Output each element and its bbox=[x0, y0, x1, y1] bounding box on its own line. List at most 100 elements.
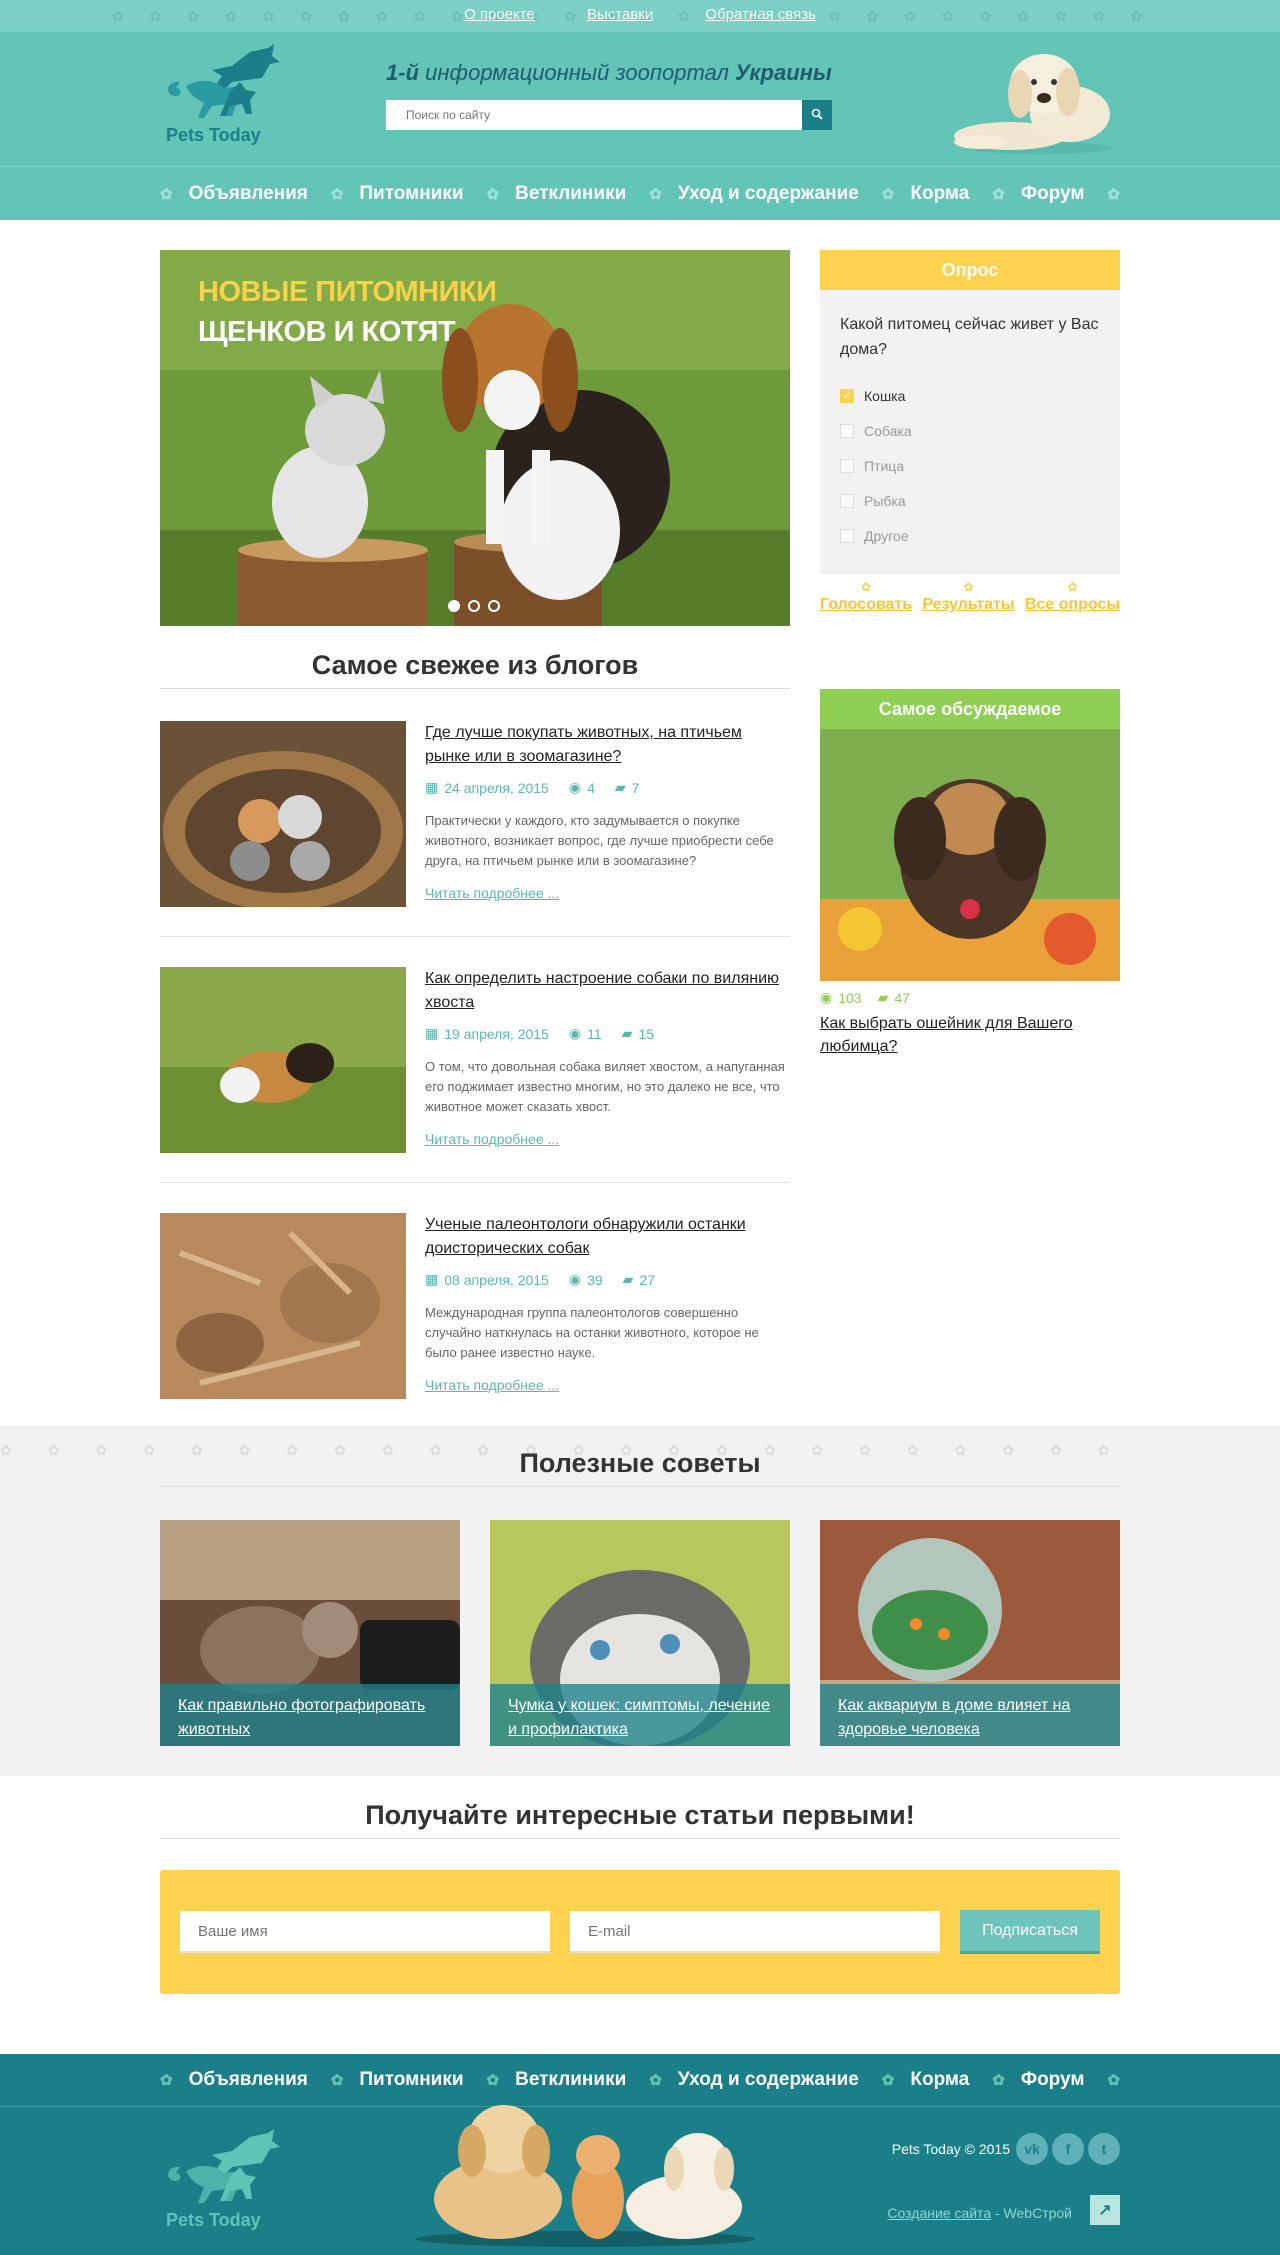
top-link-about[interactable]: О проекте bbox=[464, 6, 535, 23]
name-field[interactable] bbox=[180, 1911, 550, 1953]
nav-item-ads[interactable]: ✿ Объявления bbox=[160, 183, 308, 205]
credit-link[interactable]: Создание сайта bbox=[887, 2205, 991, 2221]
nav-label: Уход и содержание bbox=[677, 183, 859, 204]
most-discussed-post-title[interactable]: Как выбрать ошейник для Вашего любимца? bbox=[820, 1015, 1073, 1055]
tip-card[interactable]: Как правильно фотографировать животных bbox=[160, 1520, 460, 1746]
webstroy-icon[interactable]: ↗ bbox=[1090, 2195, 1120, 2225]
poll-option-bird[interactable]: Птица bbox=[840, 448, 1100, 483]
post-thumbnail[interactable] bbox=[160, 1213, 406, 1399]
slider-dots bbox=[448, 600, 500, 612]
slogan-country: Украины bbox=[735, 60, 832, 85]
nav-item-care[interactable]: ✿ Уход и содержание bbox=[649, 183, 859, 205]
footer-nav-care[interactable]: ✿ Уход и содержание bbox=[649, 2069, 859, 2091]
post-date: ▦ 08 апреля, 2015 bbox=[425, 1271, 549, 1288]
blogs-section-header: Самое свежее из блогов bbox=[160, 650, 790, 689]
tip-caption: Как правильно фотографировать животных bbox=[160, 1684, 460, 1746]
calendar-icon: ▦ bbox=[425, 779, 439, 795]
all-polls-link[interactable]: Все опросы bbox=[1025, 596, 1120, 613]
footer-logo-text: Pets Today bbox=[166, 2210, 261, 2230]
poll-body: Какой питомец сейчас живет у Вас дома? ✓… bbox=[820, 290, 1120, 574]
nav-item-kennels[interactable]: ✿ Питомники bbox=[331, 183, 464, 205]
nav-item-forum[interactable]: ✿ Форум bbox=[992, 183, 1084, 205]
most-discussed-image[interactable] bbox=[820, 729, 1120, 981]
read-more-link[interactable]: Читать подробнее ... bbox=[425, 885, 559, 901]
post-thumbnail[interactable] bbox=[160, 967, 406, 1153]
read-more-link[interactable]: Читать подробнее ... bbox=[425, 1377, 559, 1393]
post-comments: ▰ 7 bbox=[615, 779, 640, 796]
post-date-text: 24 апреля, 2015 bbox=[444, 779, 549, 796]
search-input[interactable] bbox=[386, 100, 802, 130]
footer-nav-food[interactable]: ✿ Корма bbox=[882, 2069, 970, 2091]
blogs-title: Самое свежее из блогов bbox=[160, 650, 790, 689]
subscribe-button[interactable]: Подписаться bbox=[960, 1910, 1100, 1954]
slogan-prefix: 1-й bbox=[386, 60, 419, 85]
nav-item-food[interactable]: ✿ Корма bbox=[882, 183, 970, 205]
tip-card[interactable]: Как аквариум в доме влияет на здоровье ч… bbox=[820, 1520, 1120, 1746]
nav-label: Питомники bbox=[359, 2069, 464, 2090]
logo-pets-icon bbox=[168, 44, 280, 118]
post-excerpt: О том, что довольная собака виляет хвост… bbox=[425, 1059, 785, 1114]
results-link[interactable]: Результаты bbox=[922, 596, 1014, 613]
footer-nav-kennels[interactable]: ✿ Питомники bbox=[331, 2069, 464, 2091]
blog-post: Как определить настроение собаки по виля… bbox=[160, 967, 790, 1183]
facebook-icon[interactable]: f bbox=[1052, 2133, 1084, 2165]
post-views: ◉ 4 bbox=[569, 779, 595, 796]
calendar-icon: ▦ bbox=[425, 1271, 439, 1287]
paw-icon: ✿ bbox=[881, 186, 895, 203]
slider-dot-2[interactable] bbox=[468, 600, 480, 612]
tip-card[interactable]: Чумка у кошек: симптомы, лечение и профи… bbox=[490, 1520, 790, 1746]
subscribe-title: Получайте интересные статьи первыми! bbox=[160, 1776, 1120, 1839]
comment-icon: ▰ bbox=[614, 779, 626, 795]
nav-item-vet-clinics[interactable]: ✿ Ветклиники bbox=[487, 183, 627, 205]
paw-icon: ✿ bbox=[992, 2072, 1005, 2089]
post-title[interactable]: Ученые палеонтологи обнаружили останки д… bbox=[425, 1213, 790, 1261]
post-comments: ▰ 27 bbox=[623, 1271, 655, 1288]
footer-nav-ads[interactable]: ✿ Объявления bbox=[160, 2069, 308, 2091]
post-divider bbox=[160, 1182, 790, 1183]
credit-text: - WebСтрой bbox=[991, 2205, 1072, 2221]
nav-label: Ветклиники bbox=[515, 183, 627, 204]
post-title[interactable]: Как определить настроение собаки по виля… bbox=[425, 967, 790, 1015]
main-content: Новые питомники щенков и котят Самое свеж… bbox=[160, 220, 1120, 1426]
vk-icon[interactable]: vk bbox=[1016, 2133, 1048, 2165]
hero-line-1: Новые питомники bbox=[198, 276, 497, 308]
top-link-exhibitions[interactable]: Выставки bbox=[587, 6, 653, 23]
discussed-views: ◉ 103 bbox=[820, 989, 862, 1006]
search-button[interactable] bbox=[802, 100, 832, 130]
footer-nav-vet-clinics[interactable]: ✿ Ветклиники bbox=[487, 2069, 627, 2091]
nav-label: Питомники bbox=[359, 183, 464, 204]
comment-icon: ▰ bbox=[621, 1025, 633, 1041]
poll-question: Какой питомец сейчас живет у Вас дома? bbox=[840, 316, 1099, 358]
footer-nav-forum[interactable]: ✿ Форум bbox=[992, 2069, 1084, 2091]
tip-caption: Чумка у кошек: симптомы, лечение и профи… bbox=[490, 1684, 790, 1746]
tip-caption: Как аквариум в доме влияет на здоровье ч… bbox=[820, 1684, 1120, 1746]
nav-label: Объявления bbox=[188, 183, 308, 204]
poll-option-dog[interactable]: Собака bbox=[840, 413, 1100, 448]
post-title[interactable]: Где лучше покупать животных, на птичьем … bbox=[425, 721, 790, 769]
blog-post: Ученые палеонтологи обнаружили останки д… bbox=[160, 1213, 790, 1399]
slider-dot-3[interactable] bbox=[488, 600, 500, 612]
twitter-icon[interactable]: t bbox=[1088, 2133, 1120, 2165]
paw-icon: ✿ bbox=[1067, 580, 1078, 594]
post-comments: ▰ 15 bbox=[622, 1025, 654, 1042]
checkbox-icon bbox=[840, 528, 854, 543]
most-discussed-widget: Самое обсуждаемое ◉ 103 ▰ 47 Как выбрать о… bbox=[820, 689, 1120, 1058]
post-views: ◉ 39 bbox=[569, 1271, 603, 1288]
eye-icon: ◉ bbox=[568, 779, 582, 795]
slider-dot-1[interactable] bbox=[448, 600, 460, 612]
poll-option-fish[interactable]: Рыбка bbox=[840, 483, 1100, 518]
site-logo[interactable]: Pets Today bbox=[160, 42, 280, 152]
hero-slider[interactable]: Новые питомники щенков и котят bbox=[160, 250, 790, 626]
search-form bbox=[386, 100, 832, 130]
top-link-feedback[interactable]: Обратная связь bbox=[705, 6, 816, 23]
slogan-middle: информационный зоопортал bbox=[419, 60, 736, 85]
poll-option-cat[interactable]: ✓ Кошка bbox=[840, 378, 1100, 413]
poll-option-other[interactable]: Другое bbox=[840, 518, 1100, 553]
comment-icon: ▰ bbox=[877, 989, 889, 1005]
nav-label: Уход и содержание bbox=[677, 2069, 859, 2090]
vote-button[interactable]: Голосовать bbox=[820, 596, 912, 613]
read-more-link[interactable]: Читать подробнее ... bbox=[425, 1131, 559, 1147]
post-thumbnail[interactable] bbox=[160, 721, 406, 907]
footer-logo[interactable]: Pets Today bbox=[160, 2127, 280, 2237]
email-field[interactable] bbox=[570, 1911, 940, 1953]
